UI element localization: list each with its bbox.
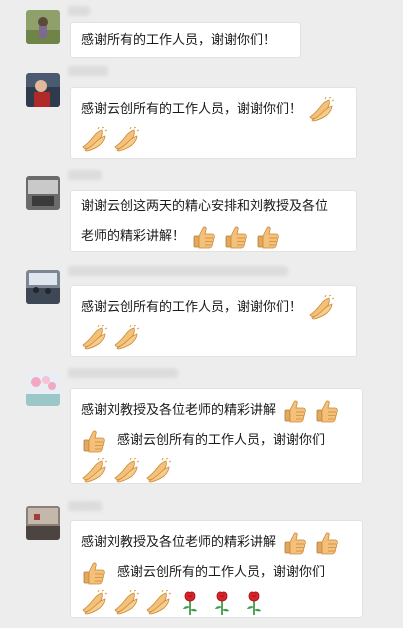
avatar[interactable] xyxy=(26,270,60,304)
clapping-hands-icon xyxy=(308,295,334,321)
clapping-hands-icon xyxy=(113,458,139,484)
message-bubble[interactable]: 感谢云创所有的工作人员，谢谢你们！ xyxy=(70,87,357,159)
sender-name-blurred xyxy=(68,501,102,511)
message-bubble[interactable]: 感谢云创所有的工作人员，谢谢你们！ xyxy=(70,285,357,357)
clapping-hands-icon xyxy=(81,590,107,616)
clapping-hands-icon xyxy=(81,458,107,484)
message-text: 感谢云创所有的工作人员，谢谢你们 xyxy=(117,433,326,448)
clapping-hands-icon xyxy=(81,325,107,351)
message-bubble[interactable]: 感谢所有的工作人员，谢谢你们！ xyxy=(70,22,301,58)
clapping-hands-icon xyxy=(145,458,171,484)
message-text: 感谢刘教授及各位老师的精彩讲解 xyxy=(81,403,277,418)
clapping-hands-icon xyxy=(113,127,139,153)
thumbs-up-icon xyxy=(223,224,249,250)
message-text: 老师的精彩讲解！ xyxy=(81,229,186,244)
message-bubble[interactable]: 感谢刘教授及各位老师的精彩讲解 感谢云创所有的工作人员，谢谢你们 xyxy=(70,520,363,618)
avatar[interactable] xyxy=(26,506,60,540)
message-text: 感谢所有的工作人员，谢谢你们！ xyxy=(81,33,277,48)
rose-icon xyxy=(241,590,267,616)
message-text: 感谢云创所有的工作人员，谢谢你们！ xyxy=(81,102,303,117)
clapping-hands-icon xyxy=(145,590,171,616)
clapping-hands-icon xyxy=(113,590,139,616)
thumbs-up-icon xyxy=(191,224,217,250)
sender-name-blurred xyxy=(68,266,288,276)
thumbs-up-icon xyxy=(81,560,107,586)
clapping-hands-icon xyxy=(113,325,139,351)
thumbs-up-icon xyxy=(255,224,281,250)
avatar[interactable] xyxy=(26,10,60,44)
avatar[interactable] xyxy=(26,73,60,107)
message-text: 感谢云创所有的工作人员，谢谢你们 xyxy=(117,565,326,580)
thumbs-up-icon xyxy=(314,398,340,424)
avatar[interactable] xyxy=(26,372,60,406)
thumbs-up-icon xyxy=(81,428,107,454)
message-text: 感谢刘教授及各位老师的精彩讲解 xyxy=(81,535,277,550)
thumbs-up-icon xyxy=(282,530,308,556)
sender-name-blurred xyxy=(68,66,108,76)
sender-name-blurred xyxy=(68,6,90,16)
sender-name-blurred xyxy=(68,368,178,378)
avatar[interactable] xyxy=(26,176,60,210)
message-bubble[interactable]: 感谢刘教授及各位老师的精彩讲解 感谢云创所有的工作人员，谢谢你们 xyxy=(70,388,363,484)
message-bubble[interactable]: 谢谢云创这两天的精心安排和刘教授及各位 老师的精彩讲解！ xyxy=(70,190,357,252)
message-text: 感谢云创所有的工作人员，谢谢你们！ xyxy=(81,300,303,315)
rose-icon xyxy=(209,590,235,616)
thumbs-up-icon xyxy=(282,398,308,424)
rose-icon xyxy=(177,590,203,616)
thumbs-up-icon xyxy=(314,530,340,556)
sender-name-blurred xyxy=(68,170,102,180)
message-text: 谢谢云创这两天的精心安排和刘教授及各位 xyxy=(81,199,329,214)
clapping-hands-icon xyxy=(308,97,334,123)
clapping-hands-icon xyxy=(81,127,107,153)
